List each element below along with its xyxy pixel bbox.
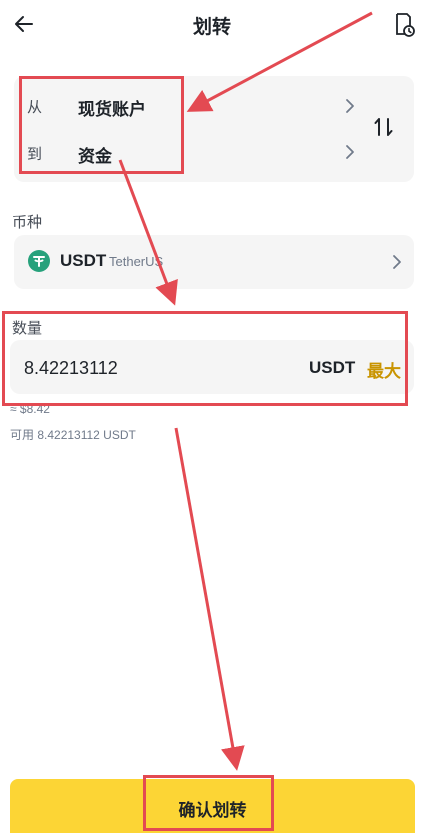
annotation-box (19, 76, 184, 174)
history-icon[interactable] (391, 12, 415, 38)
usdt-icon (28, 250, 50, 272)
available-balance: 可用 8.42213112 USDT (10, 428, 136, 442)
page-title: 划转 (192, 17, 231, 38)
annotation-box (143, 775, 274, 831)
currency-symbol: USDT (60, 251, 107, 270)
chevron-right-icon[interactable] (344, 144, 356, 160)
annotation-arrow (174, 427, 245, 771)
currency-name: TetherUS (109, 254, 164, 269)
swap-icon[interactable] (373, 115, 395, 139)
chevron-right-icon[interactable] (344, 98, 356, 114)
currency-section-label: 币种 (12, 214, 43, 231)
annotation-box (2, 311, 408, 406)
chevron-right-icon[interactable] (391, 254, 403, 270)
